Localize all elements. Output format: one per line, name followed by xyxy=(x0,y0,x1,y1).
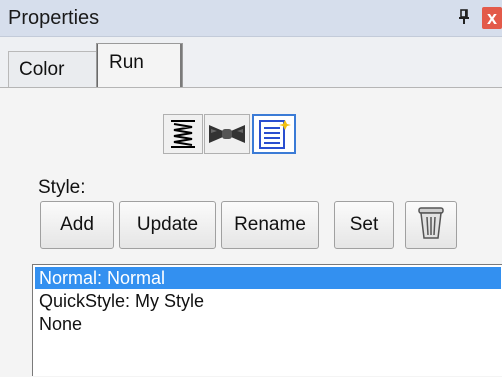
spring-icon[interactable] xyxy=(163,114,203,154)
close-icon[interactable]: x xyxy=(482,7,502,29)
style-list[interactable]: Normal: Normal QuickStyle: My Style None xyxy=(32,264,502,376)
rename-button[interactable]: Rename xyxy=(221,201,319,249)
document-icon[interactable] xyxy=(252,114,296,154)
list-item[interactable]: None xyxy=(35,313,501,335)
bowtie-icon[interactable] xyxy=(204,114,250,154)
panel-title: Properties xyxy=(8,7,100,29)
set-button[interactable]: Set xyxy=(334,201,394,249)
update-button[interactable]: Update xyxy=(119,201,216,249)
trash-icon xyxy=(415,203,447,247)
list-item[interactable]: QuickStyle: My Style xyxy=(35,290,501,312)
delete-style-button[interactable] xyxy=(405,201,457,249)
properties-panel: Properties x Color Run Style: Add Update… xyxy=(0,0,502,377)
pin-icon[interactable] xyxy=(454,6,474,28)
list-item[interactable]: Normal: Normal xyxy=(35,267,501,289)
style-label: Style: xyxy=(38,177,86,198)
add-button[interactable]: Add xyxy=(40,201,114,249)
tab-color[interactable]: Color xyxy=(8,51,98,87)
title-bar: Properties x xyxy=(0,0,502,37)
tab-run[interactable]: Run xyxy=(96,43,183,89)
